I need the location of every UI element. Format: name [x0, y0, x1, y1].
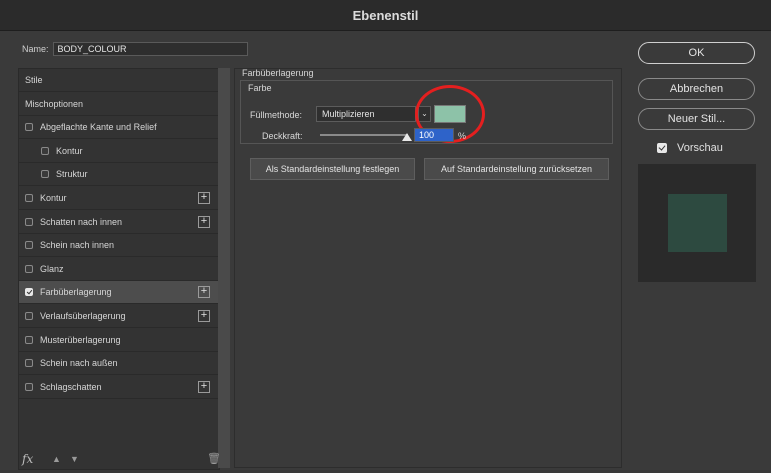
- new-style-button[interactable]: Neuer Stil...: [638, 108, 755, 130]
- opacity-input[interactable]: 100: [414, 128, 454, 142]
- cancel-button[interactable]: Abbrechen: [638, 78, 755, 100]
- styles-toolbar: fx ▲ ▼ 🗑: [22, 452, 221, 468]
- arrow-up-icon[interactable]: ▲: [52, 454, 61, 464]
- name-row: Name: BODY_COLOUR: [22, 40, 248, 58]
- add-style-icon[interactable]: +: [198, 192, 210, 204]
- style-item-label: Stile: [25, 75, 43, 85]
- preview-swatch: [668, 194, 727, 252]
- opacity-unit: %: [458, 131, 467, 141]
- style-checkbox[interactable]: [25, 359, 33, 368]
- style-checkbox[interactable]: [25, 288, 33, 297]
- styles-scrollbar[interactable]: [218, 68, 230, 468]
- blend-mode-label: Füllmethode:: [250, 110, 303, 120]
- arrow-down-icon[interactable]: ▼: [70, 454, 79, 464]
- style-item-label: Schein nach außen: [40, 358, 118, 369]
- style-item-label: Struktur: [56, 169, 88, 180]
- add-style-icon[interactable]: +: [198, 310, 210, 322]
- style-item-label: Schein nach innen: [40, 240, 115, 251]
- style-item-label: Mischoptionen: [25, 98, 84, 109]
- style-item[interactable]: Schlagschatten +: [19, 376, 219, 399]
- style-item[interactable]: Schein nach außen: [19, 352, 219, 376]
- fx-button[interactable]: fx: [22, 452, 33, 466]
- preview-label: Vorschau: [677, 142, 723, 154]
- style-checkbox[interactable]: [25, 312, 33, 320]
- style-checkbox[interactable]: [25, 123, 33, 132]
- styles-list: Stile Mischoptionen Abgeflachte Kante und …: [18, 68, 220, 470]
- make-default-button[interactable]: Als Standardeinstellung festlegen: [250, 158, 415, 180]
- name-label: Name:: [22, 44, 49, 54]
- color-group-title: Farbe: [248, 83, 272, 93]
- color-overlay-title: Farbüberlagerung: [242, 68, 314, 78]
- blend-mode-select[interactable]: Multiplizieren: [316, 106, 416, 122]
- add-style-icon[interactable]: +: [198, 215, 210, 228]
- style-checkbox[interactable]: [41, 170, 49, 179]
- style-item[interactable]: Schein nach innen: [19, 234, 219, 258]
- style-item-label: Verlaufsüberlagerung: [40, 311, 126, 321]
- dialog-title: Ebenenstil: [0, 0, 771, 31]
- style-item[interactable]: Verlaufsüberlagerung +: [19, 305, 219, 328]
- style-item[interactable]: Mischoptionen: [19, 93, 219, 116]
- trash-icon[interactable]: 🗑: [207, 452, 221, 465]
- style-item[interactable]: Struktur: [19, 163, 219, 187]
- opacity-slider-thumb[interactable]: [402, 133, 412, 141]
- style-item-label: Kontur: [40, 193, 67, 203]
- style-item-label: Abgeflachte Kante und Relief: [40, 122, 157, 133]
- style-checkbox[interactable]: [25, 335, 33, 344]
- add-style-icon[interactable]: +: [198, 380, 210, 393]
- style-checkbox[interactable]: [25, 194, 33, 202]
- style-item-label: Schlagschatten: [40, 381, 102, 392]
- style-item-label: Musterüberlagerung: [40, 334, 121, 345]
- style-item[interactable]: Glanz: [19, 258, 219, 281]
- preview-toggle[interactable]: Vorschau: [657, 142, 723, 154]
- style-item[interactable]: Abgeflachte Kante und Relief: [19, 116, 219, 140]
- style-item[interactable]: Kontur +: [19, 187, 219, 210]
- style-item[interactable]: Stile: [19, 69, 219, 92]
- style-item-label: Schatten nach innen: [40, 216, 123, 227]
- ok-button[interactable]: OK: [638, 42, 755, 64]
- style-checkbox[interactable]: [41, 146, 49, 155]
- style-checkbox[interactable]: [25, 382, 33, 391]
- style-item[interactable]: Farbüberlagerung +: [19, 281, 219, 305]
- opacity-slider[interactable]: [320, 134, 408, 136]
- style-item[interactable]: Schatten nach innen +: [19, 211, 219, 234]
- style-item[interactable]: Kontur: [19, 140, 219, 163]
- preview-checkbox[interactable]: [657, 143, 667, 153]
- style-item-label: Glanz: [40, 263, 64, 274]
- style-item-label: Farbüberlagerung: [40, 287, 112, 298]
- style-checkbox[interactable]: [25, 264, 33, 273]
- style-item[interactable]: Musterüberlagerung: [19, 329, 219, 352]
- style-item-label: Kontur: [56, 145, 83, 156]
- name-input[interactable]: BODY_COLOUR: [52, 42, 248, 56]
- style-checkbox[interactable]: [25, 241, 33, 250]
- reset-default-button[interactable]: Auf Standardeinstellung zurücksetzen: [424, 158, 609, 180]
- opacity-label: Deckkraft:: [262, 131, 303, 141]
- add-style-icon[interactable]: +: [198, 286, 210, 299]
- style-checkbox[interactable]: [25, 217, 33, 226]
